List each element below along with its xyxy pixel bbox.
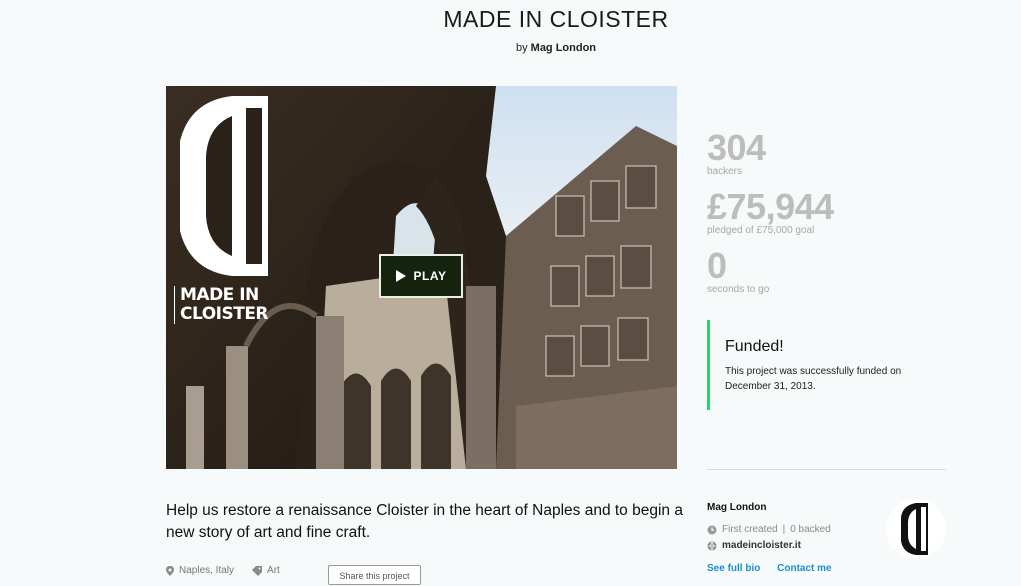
share-button[interactable]: Share this project [328, 565, 421, 585]
cloister-logo-mark [180, 96, 268, 276]
project-stats: 304 backers £75,944 pledged of £75,000 g… [707, 127, 947, 296]
play-button[interactable]: PLAY [379, 254, 463, 298]
globe-icon [707, 541, 717, 550]
avatar[interactable] [886, 499, 946, 559]
creator-website[interactable]: madeincloister.it [707, 540, 801, 551]
project-blurb: Help us restore a renaissance Cloister i… [166, 502, 683, 541]
funded-box: Funded! This project was successfully fu… [707, 320, 937, 410]
project-meta: Naples, Italy Art [166, 565, 302, 576]
project-video[interactable]: MADE IN CLOISTER PLAY [166, 86, 677, 469]
website-link[interactable]: madeincloister.it [722, 540, 801, 551]
location-pin-icon [166, 565, 174, 576]
backers-count: 304 [707, 127, 766, 168]
creator-link[interactable]: Mag London [531, 42, 596, 54]
pledged-amount: £75,944 [707, 186, 834, 227]
location-label: Naples, Italy [179, 565, 235, 576]
meta-separator: | [782, 524, 786, 535]
seconds-label: seconds to go [707, 284, 770, 295]
see-full-bio-link[interactable]: See full bio [707, 563, 760, 574]
seconds-count: 0 [707, 245, 727, 286]
byline-prefix: by [515, 42, 528, 54]
video-logo-text: MADE IN CLOISTER [174, 285, 269, 324]
project-title: MADE IN CLOISTER [443, 6, 669, 32]
first-created: First created [722, 524, 778, 535]
play-icon [395, 270, 406, 282]
creator-history: First created | 0 backed [707, 524, 831, 535]
creator-links: See full bio Contact me [707, 563, 846, 574]
funded-heading: Funded! [725, 338, 784, 355]
play-label: PLAY [413, 269, 447, 283]
location[interactable]: Naples, Italy [166, 565, 234, 576]
category-label: Art [267, 565, 280, 576]
tag-icon [252, 565, 263, 576]
avatar-logo-icon [901, 503, 928, 555]
backed-count: 0 backed [790, 524, 831, 535]
logo-text-line-1: MADE IN [180, 285, 259, 305]
contact-me-link[interactable]: Contact me [777, 563, 831, 574]
funded-text: This project was successfully funded on … [725, 366, 902, 392]
creator-name[interactable]: Mag London [707, 502, 766, 513]
logo-text-line-2: CLOISTER [180, 304, 269, 324]
category[interactable]: Art [252, 565, 280, 576]
byline: by Mag London [0, 42, 1021, 54]
divider [707, 469, 946, 470]
clock-icon [707, 525, 717, 534]
